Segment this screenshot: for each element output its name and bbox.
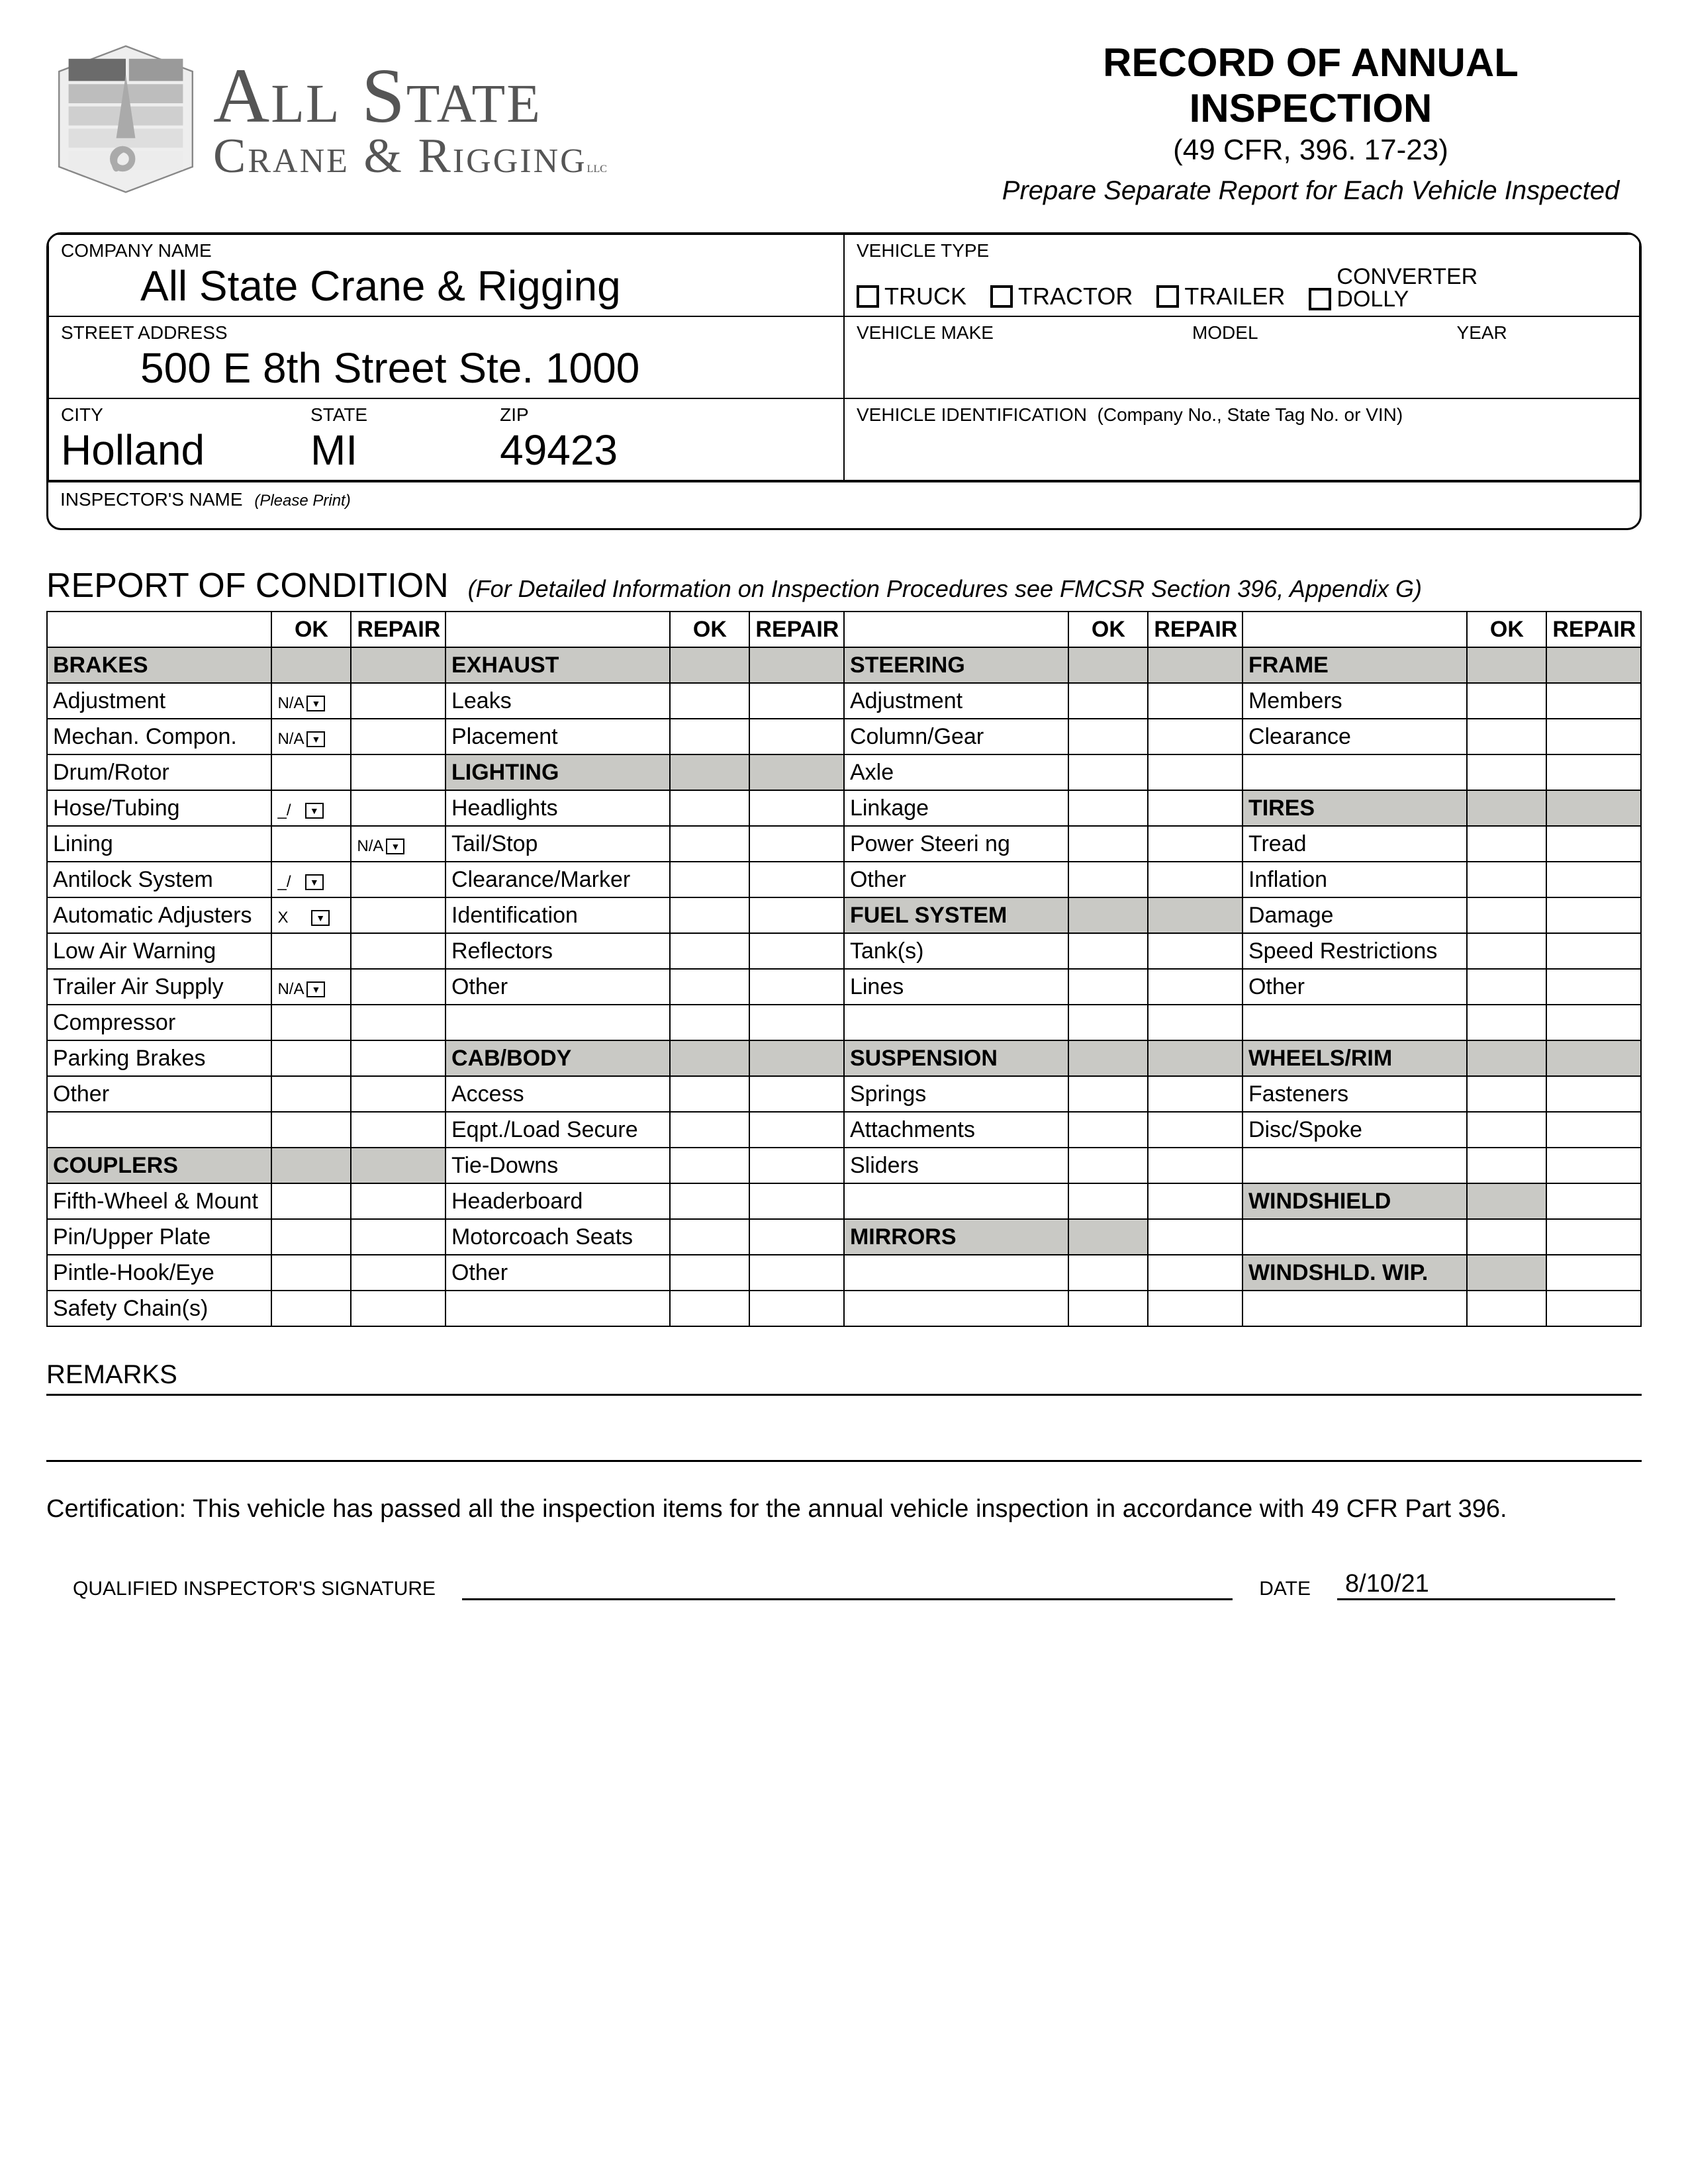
company-name-cell: COMPANY NAME All State Crane & Rigging <box>48 234 844 316</box>
vt-tractor-check[interactable]: TRACTOR <box>990 283 1133 310</box>
vin-label: VEHICLE IDENTIFICATION <box>857 404 1087 425</box>
table-header-row: OKREPAIR OKREPAIR OKREPAIR OKREPAIR <box>47 612 1641 647</box>
section-exhaust: EXHAUST <box>445 647 670 683</box>
header-title: RECORD OF ANNUAL INSPECTION <box>980 40 1642 131</box>
crane-logo-icon <box>46 40 205 199</box>
chevron-down-icon[interactable]: ▼ <box>305 874 324 890</box>
please-print: (Please Print) <box>254 492 350 510</box>
header: All State Crane & RiggingLLC RECORD OF A… <box>46 40 1642 206</box>
ok-brakes-autoadj[interactable]: X ▼ <box>271 897 351 933</box>
section-tires: TIRES <box>1243 790 1467 826</box>
section-brakes: BRAKES <box>47 647 271 683</box>
ok-brakes-hose[interactable]: _/ ▼ <box>271 790 351 826</box>
street-address-label: STREET ADDRESS <box>61 322 831 343</box>
section-fuel: FUEL SYSTEM <box>844 897 1068 933</box>
date-value: 8/10/21 <box>1337 1570 1615 1600</box>
vin-cell: VEHICLE IDENTIFICATION (Company No., Sta… <box>844 398 1640 480</box>
ok-brakes-adjustment[interactable]: N/A▼ <box>271 683 351 719</box>
section-frame: FRAME <box>1243 647 1467 683</box>
vt-converter-dolly-check[interactable]: CONVERTER DOLLY <box>1309 265 1477 310</box>
model-label: MODEL <box>1192 322 1258 343</box>
section-couplers: COUPLERS <box>47 1148 271 1183</box>
section-wipers: WINDSHLD. WIP. <box>1243 1255 1467 1291</box>
info-grid: COMPANY NAME All State Crane & Rigging V… <box>46 232 1642 482</box>
section-cabbody: CAB/BODY <box>445 1040 670 1076</box>
remarks-line[interactable] <box>46 1435 1642 1462</box>
street-address-cell: STREET ADDRESS 500 E 8th Street Ste. 100… <box>48 316 844 398</box>
header-note: Prepare Separate Report for Each Vehicle… <box>980 176 1642 206</box>
chevron-down-icon[interactable]: ▼ <box>311 910 330 926</box>
vehicle-make-label: VEHICLE MAKE <box>857 322 994 343</box>
condition-table: OKREPAIR OKREPAIR OKREPAIR OKREPAIR BRAK… <box>46 611 1642 1327</box>
company-name-label: COMPANY NAME <box>61 240 831 261</box>
company-name-value: All State Crane & Rigging <box>140 262 621 310</box>
section-steering: STEERING <box>844 647 1068 683</box>
city-value: Holland <box>61 426 205 475</box>
ok-brakes-trailerair[interactable]: N/A▼ <box>271 969 351 1005</box>
vin-hint: (Company No., State Tag No. or VIN) <box>1098 404 1403 425</box>
remarks-label: REMARKS <box>46 1360 1642 1396</box>
roc-sub: (For Detailed Information on Inspection … <box>468 575 1422 602</box>
remarks-block: REMARKS Certification: This vehicle has … <box>46 1360 1642 1600</box>
chevron-down-icon[interactable]: ▼ <box>386 839 404 854</box>
date-label: DATE <box>1259 1578 1311 1600</box>
repair-brakes-lining[interactable]: N/A▼ <box>351 826 445 862</box>
section-suspension: SUSPENSION <box>844 1040 1068 1076</box>
chevron-down-icon[interactable]: ▼ <box>306 981 325 997</box>
zip-label: ZIP <box>500 404 618 426</box>
certification-text: Certification: This vehicle has passed a… <box>46 1495 1642 1524</box>
zip-value: 49423 <box>500 426 618 475</box>
city-label: CITY <box>61 404 205 426</box>
ok-brakes-mechan[interactable]: N/A▼ <box>271 719 351 754</box>
vt-truck-check[interactable]: TRUCK <box>857 283 966 310</box>
vt-trailer-check[interactable]: TRAILER <box>1156 283 1285 310</box>
section-windshield: WINDSHIELD <box>1243 1183 1467 1219</box>
signature-label: QUALIFIED INSPECTOR'S SIGNATURE <box>73 1578 436 1600</box>
signature-line[interactable] <box>462 1598 1233 1600</box>
vehicle-type-cell: VEHICLE TYPE TRUCK TRACTOR TRAILER CONVE… <box>844 234 1640 316</box>
header-right: RECORD OF ANNUAL INSPECTION (49 CFR, 396… <box>980 40 1642 206</box>
inspector-name-label: INSPECTOR'S NAME <box>60 489 243 510</box>
year-label: YEAR <box>1457 322 1507 343</box>
vehicle-type-label: VEHICLE TYPE <box>857 240 1627 261</box>
section-lighting: LIGHTING <box>445 754 670 790</box>
section-mirrors: MIRRORS <box>844 1219 1068 1255</box>
chevron-down-icon[interactable]: ▼ <box>306 696 325 711</box>
logo-text-2: Crane & RiggingLLC <box>213 133 607 179</box>
header-subtitle: (49 CFR, 396. 17-23) <box>980 134 1642 167</box>
street-address-value: 500 E 8th Street Ste. 1000 <box>140 344 639 392</box>
ok-brakes-antilock[interactable]: _/ ▼ <box>271 862 351 897</box>
chevron-down-icon[interactable]: ▼ <box>306 731 325 747</box>
inspector-name-cell: INSPECTOR'S NAME (Please Print) <box>46 482 1642 530</box>
section-wheels: WHEELS/RIM <box>1243 1040 1467 1076</box>
city-state-zip-cell: CITY Holland STATE MI ZIP 49423 <box>48 398 844 480</box>
state-value: MI <box>310 426 367 475</box>
state-label: STATE <box>310 404 367 426</box>
signature-row: QUALIFIED INSPECTOR'S SIGNATURE DATE 8/1… <box>73 1570 1615 1600</box>
vehicle-make-cell: VEHICLE MAKE MODEL YEAR <box>844 316 1640 398</box>
logo-text-1: All State <box>213 59 607 133</box>
roc-heading: REPORT OF CONDITION (For Detailed Inform… <box>46 566 1642 606</box>
chevron-down-icon[interactable]: ▼ <box>305 803 324 819</box>
logo-block: All State Crane & RiggingLLC <box>46 40 960 199</box>
